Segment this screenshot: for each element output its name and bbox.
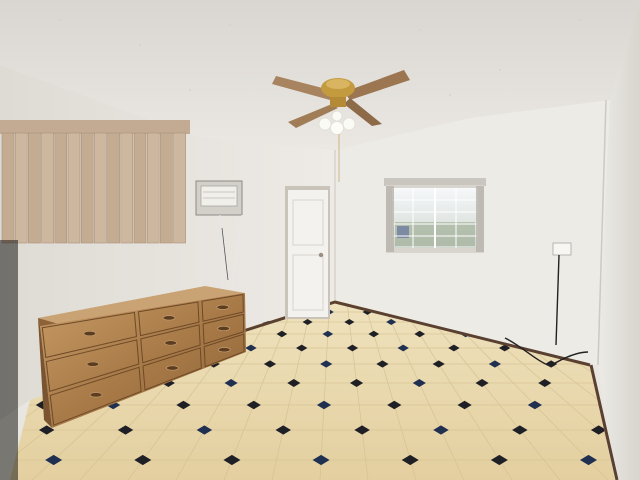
blind-slat [54,132,68,244]
drawer-handle [166,365,179,371]
drawer-handle [164,340,177,346]
blind-slat [133,132,147,244]
blind-slat [146,132,160,244]
window-curtain-right [476,186,484,252]
fan-light-bulb [342,117,356,131]
blind-slat [1,132,15,244]
drawer-handle [217,325,230,331]
blind-slat [14,132,28,244]
blind-slat [80,132,94,244]
door [285,186,330,319]
fan-light-bulb [331,110,343,122]
drawer-handle [89,392,103,398]
fan-light-bulb [318,117,332,131]
vertical-blinds [0,120,190,244]
blind-slat [173,132,186,244]
drawer-handle [162,315,176,321]
drawer-handle [217,347,231,353]
drawer-handle [83,331,97,337]
blind-slat [107,132,120,244]
window [384,178,486,253]
left-edge-shadow [0,240,18,480]
door-knob [318,252,324,258]
window-curtain-left [386,186,394,252]
drawer-handle [216,304,230,310]
blind-slat [120,132,134,244]
fan-light-bulb [330,121,344,135]
blind-slat [28,132,41,244]
blind-slat [94,132,107,244]
blind-slat [160,132,173,244]
wall-ac-unit [195,180,243,216]
power-outlet [552,242,572,256]
blind-slat [41,132,54,244]
blind-slat [67,132,81,244]
room-scene [0,0,640,480]
drawer-handle [86,361,100,367]
